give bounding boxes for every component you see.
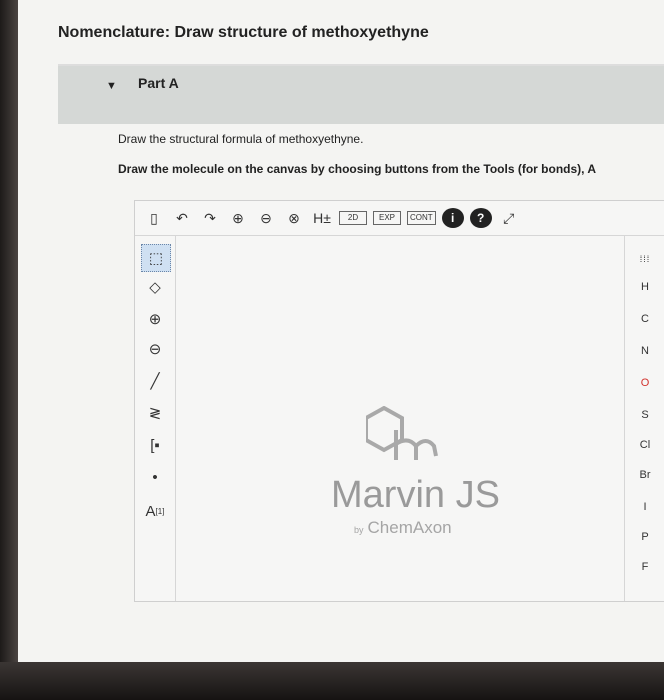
- element-o[interactable]: O: [631, 372, 659, 394]
- element-f[interactable]: F: [631, 556, 659, 578]
- monitor-bezel-left: [0, 0, 18, 700]
- top-toolbar: ▯ ↶ ↷ ⊕ ⊖ ⊗ H± 2D EXP CONT i ? ⤢: [135, 201, 664, 236]
- periodic-table-icon[interactable]: ⁞⁞⁞: [631, 248, 659, 270]
- element-h[interactable]: H: [631, 276, 659, 298]
- negative-charge-icon[interactable]: ⊖: [141, 336, 169, 362]
- atom-map-index: [1]: [155, 506, 165, 516]
- by-label: by: [354, 525, 364, 535]
- bracket-tool-icon[interactable]: [▪: [141, 432, 169, 458]
- browser-screen: Nomenclature: Draw structure of methoxye…: [18, 0, 664, 662]
- instruction-text-bold: Draw the molecule on the canvas by choos…: [118, 162, 597, 176]
- clean-2d-button[interactable]: 2D: [339, 211, 367, 225]
- part-a-header[interactable]: ▼ Part A: [58, 66, 664, 124]
- expand-button[interactable]: EXP: [373, 211, 401, 225]
- zoom-reset-icon[interactable]: ⊗: [283, 207, 305, 229]
- new-document-icon[interactable]: ▯: [143, 207, 165, 229]
- chemaxon-label: ChemAxon: [367, 518, 452, 537]
- atom-map-button[interactable]: A [1]: [141, 498, 169, 524]
- element-p[interactable]: P: [631, 526, 659, 548]
- redo-icon[interactable]: ↷: [199, 207, 221, 229]
- help-icon[interactable]: ?: [469, 208, 492, 228]
- part-label: Part A: [138, 75, 179, 91]
- marvin-logo-icon: [366, 406, 438, 460]
- monitor-bezel-bottom: [0, 662, 664, 700]
- selection-tool-icon[interactable]: ⬚: [141, 244, 171, 272]
- hydrogen-toggle-button[interactable]: H±: [311, 207, 333, 229]
- element-c[interactable]: C: [631, 308, 659, 330]
- contract-button[interactable]: CONT: [407, 211, 436, 225]
- page-title: Nomenclature: Draw structure of methoxye…: [58, 24, 429, 41]
- eraser-icon[interactable]: ◇: [141, 274, 169, 300]
- drawing-canvas[interactable]: Marvin JS by ChemAxon: [176, 236, 624, 601]
- left-toolbar: ⬚ ◇ ⊕ ⊖ ╱ ≷ [▪ • A [1]: [135, 236, 176, 601]
- zoom-out-icon[interactable]: ⊖: [255, 207, 277, 229]
- marvin-js-editor[interactable]: ▯ ↶ ↷ ⊕ ⊖ ⊗ H± 2D EXP CONT i ? ⤢ ⬚ ◇ ⊕ ⊖…: [134, 200, 664, 602]
- chemaxon-credit: by ChemAxon: [354, 518, 452, 538]
- marvin-js-title: Marvin JS: [331, 474, 500, 516]
- instruction-text: Draw the structural formula of methoxyet…: [118, 132, 364, 146]
- element-br[interactable]: Br: [631, 464, 659, 486]
- element-n[interactable]: N: [631, 340, 659, 362]
- undo-icon[interactable]: ↶: [171, 207, 193, 229]
- zoom-in-icon[interactable]: ⊕: [227, 207, 249, 229]
- atom-map-label: A: [145, 502, 156, 520]
- right-toolbar: ⁞⁞⁞ H C N O S Cl Br I P F: [624, 236, 664, 601]
- radical-icon[interactable]: •: [141, 464, 169, 490]
- element-s[interactable]: S: [631, 404, 659, 426]
- single-bond-icon[interactable]: ╱: [141, 368, 169, 394]
- chain-tool-icon[interactable]: ≷: [141, 400, 169, 426]
- info-icon[interactable]: i: [441, 208, 464, 228]
- element-i[interactable]: I: [631, 496, 659, 518]
- fullscreen-icon[interactable]: ⤢: [498, 207, 520, 229]
- element-cl[interactable]: Cl: [631, 434, 659, 456]
- caret-down-icon[interactable]: ▼: [106, 80, 117, 92]
- positive-charge-icon[interactable]: ⊕: [141, 306, 169, 332]
